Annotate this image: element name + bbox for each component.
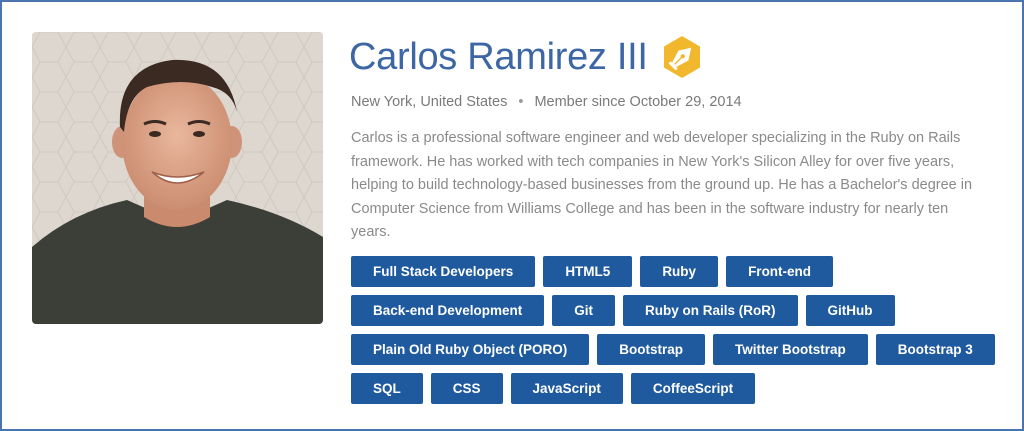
avatar xyxy=(32,32,323,324)
profile-card: Carlos Ramirez III New York, United Stat… xyxy=(0,0,1024,431)
profile-name: Carlos Ramirez III xyxy=(349,35,648,78)
skill-tag-sql[interactable]: SQL xyxy=(351,373,423,404)
name-row: Carlos Ramirez III xyxy=(349,32,704,82)
pen-nib-icon xyxy=(663,36,700,78)
profile-bio: Carlos is a professional software engine… xyxy=(351,130,973,240)
skill-tag-coffeescript[interactable]: CoffeeScript xyxy=(630,373,756,404)
tag-row: Full Stack Developers HTML5 Ruby Front-e… xyxy=(351,256,1011,287)
meta-separator: • xyxy=(518,94,524,110)
skill-tag-ruby[interactable]: Ruby xyxy=(640,256,719,287)
tag-row: Plain Old Ruby Object (PORO) Bootstrap T… xyxy=(351,334,1011,365)
skill-tag-bootstrap[interactable]: Bootstrap xyxy=(597,334,706,365)
tag-row: SQL CSS JavaScript CoffeeScript xyxy=(351,373,1011,404)
skill-tag-back-end-development[interactable]: Back-end Development xyxy=(351,295,545,326)
profile-meta: New York, United States • Member since Oct… xyxy=(351,94,742,110)
skill-tag-poro[interactable]: Plain Old Ruby Object (PORO) xyxy=(351,334,590,365)
skill-tag-html5[interactable]: HTML5 xyxy=(543,256,633,287)
profile-photo xyxy=(32,32,323,324)
member-since-text: Member since October 29, 2014 xyxy=(534,94,742,110)
skill-tag-git[interactable]: Git xyxy=(552,295,616,326)
skill-tag-javascript[interactable]: JavaScript xyxy=(510,373,623,404)
skill-tags: Full Stack Developers HTML5 Ruby Front-e… xyxy=(351,256,1011,412)
skill-tag-bootstrap-3[interactable]: Bootstrap 3 xyxy=(875,334,995,365)
tag-row: Back-end Development Git Ruby on Rails (… xyxy=(351,295,1011,326)
skill-tag-front-end[interactable]: Front-end xyxy=(726,256,834,287)
skill-tag-ruby-on-rails[interactable]: Ruby on Rails (RoR) xyxy=(623,295,798,326)
skill-tag-github[interactable]: GitHub xyxy=(805,295,895,326)
skill-tag-twitter-bootstrap[interactable]: Twitter Bootstrap xyxy=(713,334,868,365)
location-text: New York, United States xyxy=(351,94,508,110)
skill-tag-css[interactable]: CSS xyxy=(430,373,503,404)
skill-tag-full-stack-developers[interactable]: Full Stack Developers xyxy=(351,256,536,287)
